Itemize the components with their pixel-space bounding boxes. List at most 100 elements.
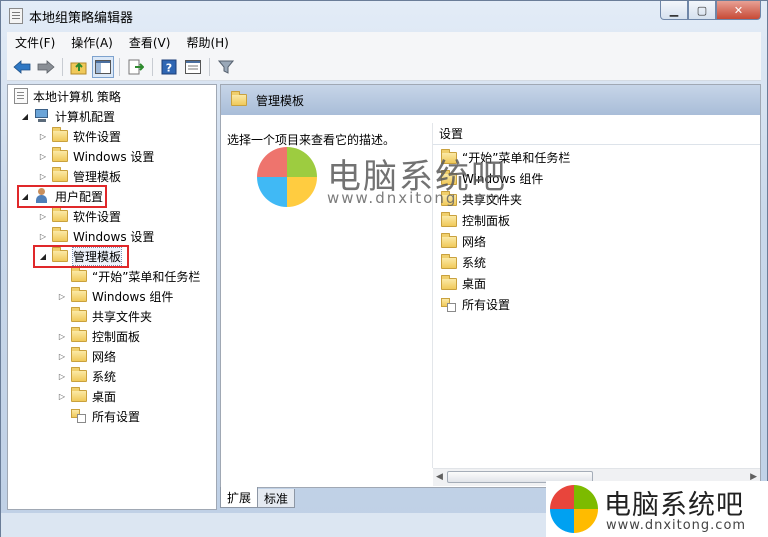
collapsed-arrow-icon[interactable]: ▷ [57, 292, 67, 301]
minimize-button[interactable]: ▁ [660, 1, 688, 20]
tree-item[interactable]: ▷ 控制面板 [57, 326, 140, 346]
menu-view[interactable]: 查看(V) [121, 34, 179, 51]
tree-item[interactable]: ▷ Windows 组件 [57, 286, 173, 306]
computer-icon [34, 109, 50, 123]
tree-item[interactable]: ▷ Windows 设置 [38, 226, 154, 246]
folder-icon [71, 367, 87, 382]
toolbar: ? [7, 53, 761, 81]
close-button[interactable]: ✕ [716, 1, 761, 20]
folder-icon [71, 327, 87, 342]
folder-icon [441, 253, 457, 269]
expanded-arrow-icon[interactable]: ◢ [20, 112, 30, 121]
folder-icon [441, 148, 457, 164]
show-hide-tree-button[interactable] [92, 55, 114, 78]
details-header: 管理模板 [221, 85, 760, 115]
tree-item[interactable]: ▷ 软件设置 [38, 126, 121, 146]
menu-file[interactable]: 文件(F) [7, 34, 63, 51]
help-icon: ? [161, 59, 177, 74]
folder-icon [71, 307, 87, 322]
folder-icon [441, 232, 457, 248]
tree-computer-config[interactable]: ◢ 计算机配置 [20, 106, 115, 126]
menu-action[interactable]: 操作(A) [63, 34, 121, 51]
folder-icon [231, 91, 247, 106]
forward-arrow-icon [37, 59, 55, 74]
list-item[interactable]: 所有设置 [437, 294, 510, 315]
help-button[interactable]: ? [158, 56, 180, 78]
tree-item[interactable]: ▷ 管理模板 [38, 166, 121, 186]
title-bar[interactable]: 本地组策略编辑器 ▁ ▢ ✕ [1, 1, 767, 31]
maximize-button[interactable]: ▢ [688, 1, 716, 20]
list-item[interactable]: Windows 组件 [437, 168, 543, 189]
tree-admin-templates[interactable]: ◢ 管理模板 [38, 246, 123, 266]
list-item[interactable]: “开始”菜单和任务栏 [437, 147, 570, 168]
collapsed-arrow-icon[interactable]: ▷ [38, 232, 48, 241]
properties-button[interactable] [182, 56, 204, 78]
list-item[interactable]: 控制面板 [437, 210, 510, 231]
tree-item[interactable]: 所有设置 [57, 406, 140, 426]
folder-icon [52, 207, 68, 222]
folder-icon [52, 227, 68, 242]
folder-icon [52, 127, 68, 142]
watermark-logo [257, 147, 317, 207]
expanded-arrow-icon[interactable]: ◢ [20, 192, 30, 201]
tab-standard[interactable]: 标准 [257, 489, 296, 508]
column-header-setting[interactable]: 设置 [433, 123, 760, 145]
collapsed-arrow-icon[interactable]: ▷ [38, 132, 48, 141]
collapsed-arrow-icon[interactable]: ▷ [57, 372, 67, 381]
folder-icon [71, 347, 87, 362]
properties-icon [185, 59, 201, 74]
expanded-arrow-icon[interactable]: ◢ [38, 252, 48, 261]
close-icon: ✕ [733, 3, 744, 17]
collapsed-arrow-icon[interactable]: ▷ [57, 332, 67, 341]
svg-text:?: ? [166, 61, 172, 74]
tree-root[interactable]: 本地计算机 策略 [12, 86, 121, 106]
settings-list: 设置 “开始”菜单和任务栏 Windows 组件 共享文件夹 控制面板 网络 系… [433, 123, 760, 463]
tree-label: 用户配置 [55, 189, 104, 204]
tree-user-config[interactable]: ◢ 用户配置 [20, 186, 103, 206]
list-item[interactable]: 网络 [437, 231, 486, 252]
brand-watermark: 电脑系统吧 www.dnxitong.com [546, 481, 768, 537]
folder-icon [441, 274, 457, 290]
folder-icon [52, 167, 68, 182]
list-item[interactable]: 系统 [437, 252, 486, 273]
list-item[interactable]: 桌面 [437, 273, 486, 294]
description-text: 选择一个项目来查看它的描述。 [227, 133, 396, 147]
filter-button[interactable] [215, 56, 237, 78]
menu-help[interactable]: 帮助(H) [178, 34, 236, 51]
collapsed-arrow-icon[interactable]: ▷ [38, 172, 48, 181]
tree-item[interactable]: ▷ 桌面 [57, 386, 116, 406]
policy-icon [14, 88, 28, 104]
export-list-button[interactable] [125, 56, 147, 78]
collapsed-arrow-icon[interactable]: ▷ [57, 352, 67, 361]
tab-extended[interactable]: 扩展 [220, 487, 259, 508]
up-one-level-button[interactable] [68, 56, 90, 78]
all-settings-icon [441, 297, 457, 313]
folder-icon [441, 211, 457, 227]
tree-item[interactable]: ▷ 系统 [57, 366, 116, 386]
tree-label-selected: 管理模板 [71, 246, 123, 266]
collapsed-arrow-icon[interactable]: ▷ [38, 212, 48, 221]
folder-icon [71, 287, 87, 302]
tree-item[interactable]: ▷ 网络 [57, 346, 116, 366]
folder-icon [441, 190, 457, 206]
toolbar-separator [62, 57, 63, 76]
forward-button[interactable] [35, 56, 57, 78]
tree-item[interactable]: 共享文件夹 [57, 306, 152, 326]
folder-icon [71, 387, 87, 402]
folder-up-icon [70, 62, 87, 74]
tree-item[interactable]: ▷ 软件设置 [38, 206, 121, 226]
tree-item[interactable]: ▷ Windows 设置 [38, 146, 154, 166]
export-icon [128, 59, 144, 74]
list-item[interactable]: 共享文件夹 [437, 189, 522, 210]
back-arrow-icon [13, 59, 31, 74]
brand-logo [550, 485, 598, 533]
collapsed-arrow-icon[interactable]: ▷ [38, 152, 48, 161]
window-title: 本地组策略编辑器 [29, 11, 134, 26]
tree-item[interactable]: “开始”菜单和任务栏 [57, 266, 200, 286]
folder-icon [441, 169, 457, 185]
collapsed-arrow-icon[interactable]: ▷ [57, 392, 67, 401]
details-pane: 管理模板 选择一个项目来查看它的描述。 设置 “开始”菜单和任务栏 Window… [220, 84, 761, 488]
back-button[interactable] [11, 56, 33, 78]
scroll-left-icon[interactable]: ◀ [436, 472, 443, 482]
tree-label: 本地计算机 策略 [33, 89, 121, 104]
